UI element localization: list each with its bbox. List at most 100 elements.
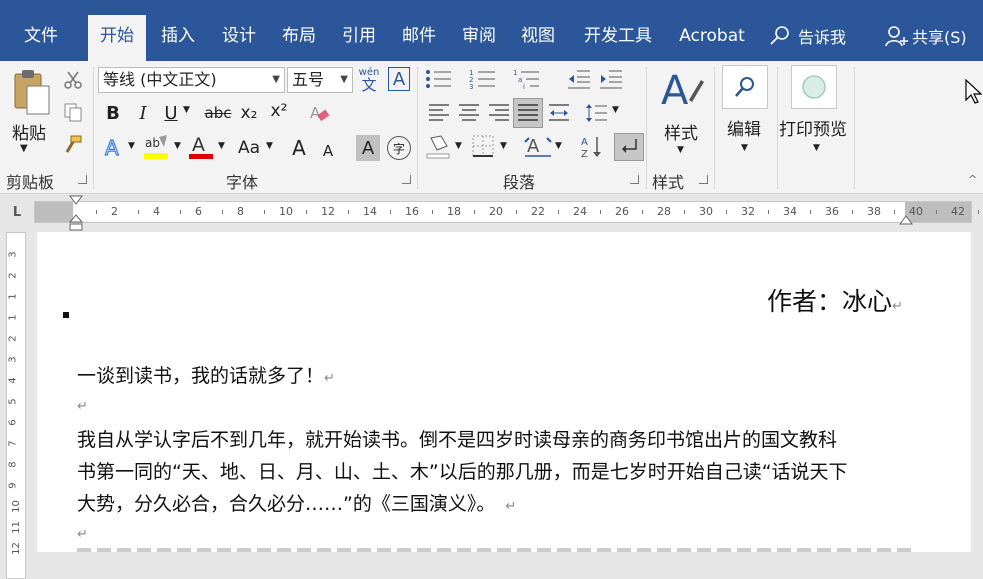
font-launcher-icon[interactable] (402, 175, 411, 184)
chevron-down-icon[interactable]: ▼ (455, 141, 462, 151)
chinese-layout-icon[interactable]: A (522, 133, 554, 161)
doc-para-1-line-2[interactable]: 书第一同的“天、地、日、月、山、土、木”以后的那几册，而是七岁时开始自己读“话说… (77, 456, 848, 488)
font-color-icon[interactable]: A (188, 133, 214, 163)
tab-home[interactable]: 开始 (88, 15, 146, 61)
ruler-bar[interactable]: 2 4 6 8 10 12 14 16 18 20 22 24 26 28 30 32 34 36 38 40 42 (34, 201, 979, 223)
increase-indent-icon[interactable] (598, 67, 624, 91)
ruler-tick (222, 210, 223, 214)
show-formatting-marks-icon[interactable] (614, 133, 644, 161)
enclose-characters-button[interactable]: 字 (387, 136, 411, 160)
doc-para-1-line-1[interactable]: 我自从学认字后不到几年，就开始读书。倒不是四岁时读母亲的商务印书馆出片的国文教科 (77, 424, 837, 456)
chevron-down-icon[interactable]: ▼ (677, 145, 684, 155)
align-center-icon[interactable] (456, 101, 482, 125)
vertical-ruler-label: 4 (7, 377, 19, 384)
sort-icon[interactable]: AZ (578, 133, 604, 161)
decrease-indent-icon[interactable] (566, 67, 592, 91)
document-page[interactable]: 作者：冰心↵ 一谈到读书，我的话就多了！↵ ↵ 我自从学认字后不到几年，就开始读… (37, 232, 971, 552)
text-effects-icon[interactable]: A (102, 135, 126, 161)
tab-references[interactable]: 引用 (330, 15, 388, 61)
highlight-icon[interactable]: ab (143, 133, 171, 163)
shading-icon[interactable] (424, 133, 454, 161)
paste-dropdown-icon[interactable]: ▼ (20, 143, 28, 154)
clipboard-group-label: 剪贴板 (6, 173, 55, 192)
borders-icon[interactable] (470, 133, 496, 159)
underline-dropdown-icon[interactable]: ▼ (183, 105, 190, 115)
chevron-down-icon[interactable]: ▼ (272, 68, 280, 92)
chevron-down-icon[interactable]: ▼ (266, 141, 273, 151)
tab-review[interactable]: 审阅 (450, 15, 508, 61)
bullets-icon[interactable] (424, 67, 456, 91)
tab-layout[interactable]: 布局 (270, 15, 328, 61)
tab-acrobat[interactable]: Acrobat (670, 15, 754, 61)
justify-icon[interactable] (513, 98, 543, 128)
clipboard-launcher-icon[interactable] (78, 175, 87, 184)
styles-launcher-icon[interactable] (699, 175, 708, 184)
bold-button[interactable]: B (102, 101, 124, 125)
chevron-down-icon[interactable]: ▼ (218, 141, 225, 151)
font-name-combo[interactable]: 等线 (中文正文) ▼ (98, 67, 285, 93)
distributed-icon[interactable] (546, 101, 572, 125)
clear-formatting-icon[interactable]: A (307, 101, 331, 125)
chevron-down-icon[interactable]: ▼ (555, 141, 562, 151)
author-line[interactable]: 作者：冰心↵ (767, 286, 903, 323)
empty-paragraph[interactable]: ↵ (77, 522, 88, 542)
cut-icon[interactable] (62, 69, 84, 91)
paragraph-mark: ↵ (505, 499, 517, 514)
ruler-tick (684, 210, 685, 214)
hanging-indent-icon[interactable] (69, 214, 83, 232)
character-shading-button[interactable]: A (356, 135, 380, 161)
doc-line-1[interactable]: 一谈到读书，我的话就多了！↵ (77, 360, 335, 395)
grow-font-button[interactable]: A (288, 135, 310, 161)
tab-insert[interactable]: 插入 (150, 15, 206, 61)
italic-button[interactable]: I (132, 101, 154, 125)
editing-button[interactable]: 编辑 (727, 115, 761, 140)
empty-paragraph[interactable]: ↵ (77, 394, 88, 414)
phonetic-guide-button[interactable]: wén 文 (358, 65, 380, 93)
subscript-button[interactable]: x₂ (237, 101, 261, 125)
chevron-down-icon[interactable]: ▼ (813, 143, 820, 153)
strikethrough-button[interactable]: abc (203, 101, 233, 125)
share-button[interactable]: 共享(S) (884, 24, 967, 48)
tab-developer[interactable]: 开发工具 (572, 15, 664, 61)
vertical-ruler[interactable]: 3 2 1 1 2 3 4 5 6 7 8 9 10 11 12 (6, 232, 26, 579)
underline-button[interactable]: U (160, 101, 182, 125)
chevron-down-icon[interactable]: ▼ (174, 141, 181, 151)
chevron-down-icon[interactable]: ▼ (612, 105, 619, 115)
copy-icon[interactable] (62, 101, 84, 123)
numbering-icon[interactable]: 123 (468, 67, 500, 91)
doc-para-1-line-3[interactable]: 大势，分久必合，合久必分……”的《三国演义》。 ↵ (77, 488, 516, 523)
svg-text:A: A (310, 104, 321, 122)
right-indent-icon[interactable] (899, 214, 913, 226)
format-painter-icon[interactable] (62, 133, 84, 155)
styles-button[interactable]: 样式 (664, 119, 698, 144)
shrink-font-button[interactable]: A (318, 139, 338, 163)
chevron-down-icon[interactable]: ▼ (128, 141, 135, 151)
chevron-down-icon[interactable]: ▼ (500, 141, 507, 151)
paste-icon[interactable] (10, 67, 52, 117)
tell-me-box[interactable]: 告诉我 (768, 24, 846, 48)
multilevel-list-icon[interactable]: 1ai (512, 67, 544, 91)
collapse-ribbon-icon[interactable]: ^ (968, 173, 977, 186)
find-icon[interactable] (722, 65, 768, 109)
tab-selector-icon[interactable]: L (9, 204, 25, 220)
chevron-down-icon[interactable]: ▼ (741, 143, 748, 153)
styles-icon[interactable]: A (658, 65, 706, 115)
paste-button[interactable]: 粘贴 (12, 119, 46, 144)
character-border-button[interactable]: A (388, 67, 410, 91)
change-case-button[interactable]: Aa (234, 135, 264, 161)
tab-view[interactable]: 视图 (509, 15, 567, 61)
chevron-down-icon[interactable]: ▼ (340, 68, 348, 92)
paragraph-launcher-icon[interactable] (630, 175, 639, 184)
tab-design[interactable]: 设计 (210, 15, 268, 61)
align-left-icon[interactable] (426, 101, 452, 125)
tab-mailings[interactable]: 邮件 (390, 15, 448, 61)
tab-file[interactable]: 文件 (8, 15, 74, 61)
first-line-indent-icon[interactable] (69, 194, 83, 208)
print-preview-icon[interactable] (791, 65, 837, 109)
font-size-combo[interactable]: 五号 ▼ (287, 67, 353, 93)
superscript-button[interactable]: x² (267, 99, 291, 123)
separator (646, 67, 647, 189)
align-right-icon[interactable] (486, 101, 512, 125)
line-spacing-icon[interactable] (583, 101, 609, 125)
print-preview-button[interactable]: 打印预览 (779, 115, 847, 140)
